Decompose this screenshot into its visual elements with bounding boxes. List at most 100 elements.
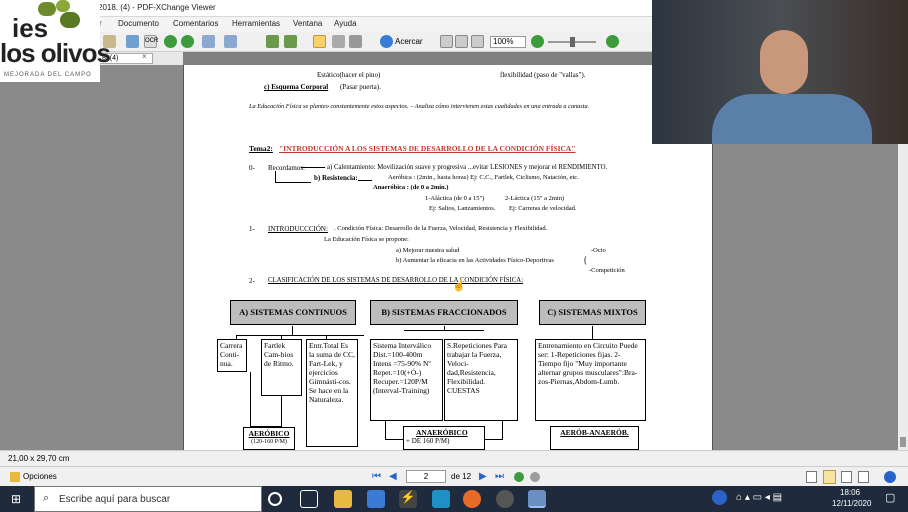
- box-carrera-continua: Carrera Conti-nua.: [217, 339, 247, 372]
- lightning-app-icon[interactable]: ⚡: [399, 490, 417, 508]
- previous-page-icon[interactable]: ◀: [389, 471, 397, 482]
- section-number: 1-: [249, 225, 255, 233]
- clock-date[interactable]: 12/11/2020: [832, 499, 871, 508]
- zoom-in-round-icon[interactable]: [606, 35, 619, 48]
- school-logo: ies los olivos MEJORADA DEL CAMPO: [0, 0, 111, 82]
- fit-width-icon[interactable]: [471, 35, 484, 48]
- box-aerobico: AERÓBICO (120-160 P/M): [243, 427, 295, 450]
- label-anaerobico-range: + DE 160 P/M): [406, 437, 450, 445]
- connector: [502, 421, 503, 440]
- tab-close-icon[interactable]: ×: [142, 52, 147, 61]
- zoom-label[interactable]: Acercar: [395, 37, 423, 46]
- back-icon[interactable]: [164, 35, 177, 48]
- label-anaerobico: ANAERÓBICO: [416, 428, 468, 437]
- connector: [281, 396, 282, 427]
- doc-text: b) Aumentar la eficacia en las Actividad…: [396, 257, 554, 264]
- doc-text: 2-Láctica (15" a 2min): [505, 195, 565, 202]
- section-heading: CLASIFICACIÓN DE LOS SISTEMAS DE DESARRO…: [268, 277, 524, 284]
- doc-text: a) Calentamiento: Movilización suave y p…: [327, 164, 608, 171]
- last-page-icon[interactable]: ⏭: [495, 471, 504, 482]
- olive-icon: [60, 12, 80, 28]
- rotate-icon[interactable]: [266, 35, 279, 48]
- facing-view-icon[interactable]: [841, 471, 852, 483]
- doc-text: 1-Aláctica (de 0 a 15"): [425, 195, 485, 202]
- olive-icon: [56, 0, 70, 12]
- continuous-view-icon[interactable]: [823, 470, 836, 484]
- zoom-in-icon[interactable]: [380, 35, 393, 48]
- rotate-right-icon[interactable]: [284, 35, 297, 48]
- single-page-view-icon[interactable]: [806, 471, 817, 483]
- doc-text: -Ocio: [591, 247, 606, 254]
- hand-tool-icon[interactable]: [313, 35, 326, 48]
- system-tray-icons[interactable]: ⌂ ▴ ▭ ◂ ▤: [736, 492, 782, 503]
- page-total: de 12: [451, 472, 472, 481]
- clock-time[interactable]: 18:06: [840, 488, 860, 497]
- zoom-slider-thumb[interactable]: [570, 37, 575, 47]
- menu-ayuda[interactable]: Ayuda: [334, 19, 357, 28]
- ocr-icon[interactable]: OCR: [144, 35, 158, 48]
- snapshot-icon[interactable]: [349, 35, 362, 48]
- cover-view-icon[interactable]: [858, 471, 869, 483]
- help-icon[interactable]: [712, 490, 727, 505]
- web-icon[interactable]: [884, 471, 896, 483]
- box-circuito: Entrenamiento en Circuito Puede ser: 1-R…: [535, 339, 646, 421]
- redo-icon[interactable]: [224, 35, 237, 48]
- doc-text: Recordamos:: [268, 164, 305, 172]
- logo-line1: ies: [12, 13, 49, 43]
- label-aerobico-range: (120-160 P/M): [251, 439, 287, 445]
- task-view-icon[interactable]: [300, 490, 318, 508]
- navigation-bar: Opciones ⏮ ◀ 2 de 12 ▶ ⏭: [0, 466, 908, 486]
- zoom-out-icon[interactable]: [531, 35, 544, 48]
- first-page-icon[interactable]: ⏮: [372, 471, 381, 482]
- menu-documento[interactable]: Documento: [118, 19, 159, 28]
- file-explorer-icon[interactable]: [334, 490, 352, 508]
- doc-line: Estático(hacer el pino): [317, 71, 381, 79]
- notification-icon[interactable]: ▢: [885, 491, 895, 504]
- menu-herramientas[interactable]: Herramientas: [232, 19, 280, 28]
- webcam-overlay: [652, 0, 908, 144]
- windows-start-icon[interactable]: ⊞: [11, 493, 23, 505]
- mail-icon[interactable]: [367, 490, 385, 508]
- doc-line: flexibilidad (paso de "vallas").: [500, 71, 586, 79]
- cortana-icon[interactable]: [268, 492, 282, 506]
- firefox-icon[interactable]: [463, 490, 481, 508]
- section-number: 0-: [249, 164, 255, 172]
- doc-text: -Competición: [589, 267, 625, 274]
- undo-icon[interactable]: [202, 35, 215, 48]
- menu-comentarios[interactable]: Comentarios: [173, 19, 218, 28]
- zoom-select[interactable]: 100%: [490, 36, 526, 48]
- status-bar: 21,00 x 29,70 cm: [0, 450, 908, 466]
- forward-icon[interactable]: [181, 35, 194, 48]
- options-icon[interactable]: [10, 472, 20, 482]
- store-icon[interactable]: [432, 490, 450, 508]
- select-text-icon[interactable]: [332, 35, 345, 48]
- doc-line: c) Esquema Corporal: [264, 83, 329, 91]
- connector: [250, 372, 251, 427]
- history-back-icon[interactable]: [514, 472, 524, 482]
- arrow-line: [275, 182, 311, 183]
- doc-text: a) Mejorar nuestra salud: [396, 247, 460, 254]
- menu-ventana[interactable]: Ventana: [293, 19, 322, 28]
- connector: [236, 335, 364, 336]
- chrome-icon[interactable]: [496, 490, 514, 508]
- options-button[interactable]: Opciones: [23, 472, 57, 481]
- header-sistemas-fraccionados: B) SISTEMAS FRACCIONADOS: [370, 300, 518, 325]
- section-heading: INTRODUCCCIÓN:: [268, 225, 328, 233]
- logo-tagline: MEJORADA DEL CAMPO: [4, 72, 92, 78]
- taskbar-search-box[interactable]: ⌕ Escribe aquí para buscar: [34, 486, 262, 512]
- pdf-viewer-window: 2018. (4) - PDF-XChange Viewer r Documen…: [0, 0, 908, 512]
- doc-text: La Educación Física se propone:: [324, 236, 409, 243]
- history-forward-icon[interactable]: [530, 472, 540, 482]
- fit-page-icon[interactable]: [455, 35, 468, 48]
- next-page-icon[interactable]: ▶: [479, 471, 487, 482]
- connector: [385, 421, 386, 440]
- page-number-input[interactable]: 2: [406, 470, 446, 483]
- scrollbar-down-arrow[interactable]: [900, 437, 906, 447]
- connector: [292, 326, 293, 335]
- window-title: 2018. (4) - PDF-XChange Viewer: [98, 3, 216, 12]
- connector: [485, 439, 503, 440]
- save-icon[interactable]: [126, 35, 139, 48]
- actual-size-icon[interactable]: [440, 35, 453, 48]
- box-repeticiones: S.Repeticiones Para trabajar la Fuerza, …: [444, 339, 518, 421]
- pdf-xchange-taskbar-icon[interactable]: [528, 490, 546, 508]
